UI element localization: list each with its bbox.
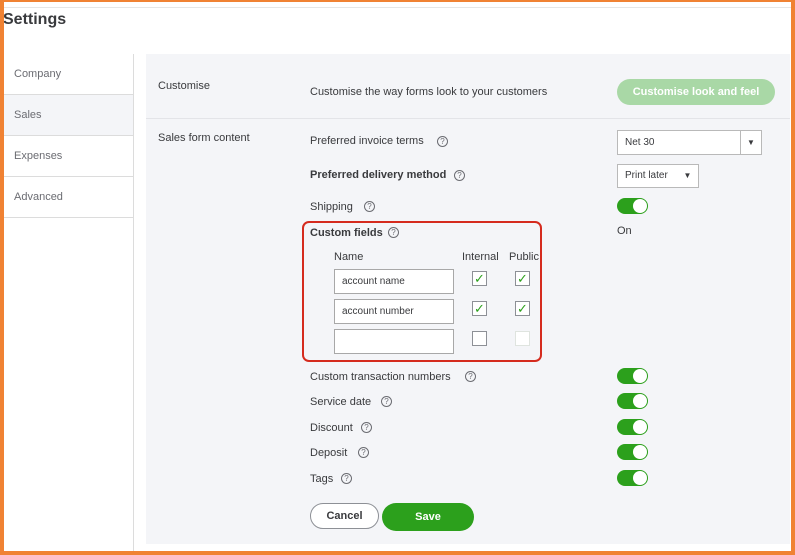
service-date-label: Service date	[310, 396, 372, 408]
invoice-terms-value: Net 30	[625, 137, 655, 148]
toggle-knob	[633, 199, 647, 213]
shipping-label: Shipping	[310, 201, 353, 213]
custom-fields-name-header: Name	[334, 251, 364, 263]
custom-fields-help-icon[interactable]: ?	[388, 227, 399, 238]
custom-fields-internal-header: Internal	[462, 251, 499, 263]
discount-label: Discount	[310, 422, 353, 434]
service-date-help-icon[interactable]: ?	[381, 396, 392, 407]
save-button[interactable]: Save	[382, 503, 474, 531]
page-title: Settings	[3, 11, 67, 28]
shipping-help-icon[interactable]: ?	[364, 201, 375, 212]
custom-field-public-checkbox[interactable]: ✓	[515, 301, 530, 316]
custom-transaction-numbers-help-icon[interactable]: ?	[465, 371, 476, 382]
sales-form-section-label: Sales form content	[158, 132, 250, 144]
chevron-down-icon: ▼	[683, 171, 692, 180]
shipping-toggle[interactable]	[617, 198, 648, 214]
sidebar-item-sales[interactable]: Sales	[4, 95, 133, 136]
settings-content: Customise Customise the way forms look t…	[146, 54, 790, 544]
custom-fields-label: Custom fields	[310, 227, 383, 239]
service-date-toggle[interactable]	[617, 393, 648, 409]
sidebar-item-advanced[interactable]: Advanced	[4, 177, 133, 218]
invoice-terms-help-icon[interactable]: ?	[437, 136, 448, 147]
custom-fields-state: On	[617, 225, 632, 237]
toggle-knob	[633, 420, 647, 434]
title-rule	[4, 7, 791, 8]
delivery-method-help-icon[interactable]: ?	[454, 170, 465, 181]
deposit-toggle[interactable]	[617, 444, 648, 460]
tags-toggle[interactable]	[617, 470, 648, 486]
tags-help-icon[interactable]: ?	[341, 473, 352, 484]
custom-field-name-input[interactable]	[334, 329, 454, 354]
delivery-method-label: Preferred delivery method	[310, 169, 447, 181]
section-divider	[146, 118, 790, 119]
customise-section-label: Customise	[158, 80, 210, 92]
chevron-down-icon: ▼	[740, 131, 761, 154]
toggle-knob	[633, 471, 647, 485]
sidebar: Company Sales Expenses Advanced	[4, 54, 134, 551]
custom-field-internal-checkbox[interactable]	[472, 331, 487, 346]
custom-transaction-numbers-label: Custom transaction numbers	[310, 371, 451, 383]
custom-field-public-checkbox[interactable]: ✓	[515, 271, 530, 286]
custom-field-name-input[interactable]: account name	[334, 269, 454, 294]
toggle-knob	[633, 445, 647, 459]
delivery-method-value: Print later	[625, 170, 668, 181]
custom-fields-public-header: Public	[509, 251, 539, 263]
deposit-label: Deposit	[310, 447, 348, 459]
discount-toggle[interactable]	[617, 419, 648, 435]
delivery-method-select[interactable]: Print later ▼	[617, 164, 699, 188]
invoice-terms-select[interactable]: Net 30 ▼	[617, 130, 762, 155]
custom-transaction-numbers-toggle[interactable]	[617, 368, 648, 384]
custom-field-internal-checkbox[interactable]: ✓	[472, 271, 487, 286]
cancel-button[interactable]: Cancel	[310, 503, 379, 529]
customise-description: Customise the way forms look to your cus…	[310, 86, 548, 98]
deposit-help-icon[interactable]: ?	[358, 447, 369, 458]
customise-look-and-feel-button[interactable]: Customise look and feel	[617, 79, 775, 105]
invoice-terms-label: Preferred invoice terms	[310, 135, 424, 147]
discount-help-icon[interactable]: ?	[361, 422, 372, 433]
toggle-knob	[633, 394, 647, 408]
sidebar-item-expenses[interactable]: Expenses	[4, 136, 133, 177]
custom-field-public-checkbox	[515, 331, 530, 346]
custom-field-internal-checkbox[interactable]: ✓	[472, 301, 487, 316]
sidebar-item-company[interactable]: Company	[4, 54, 133, 95]
tags-label: Tags	[310, 473, 334, 485]
custom-field-name-input[interactable]: account number	[334, 299, 454, 324]
toggle-knob	[633, 369, 647, 383]
